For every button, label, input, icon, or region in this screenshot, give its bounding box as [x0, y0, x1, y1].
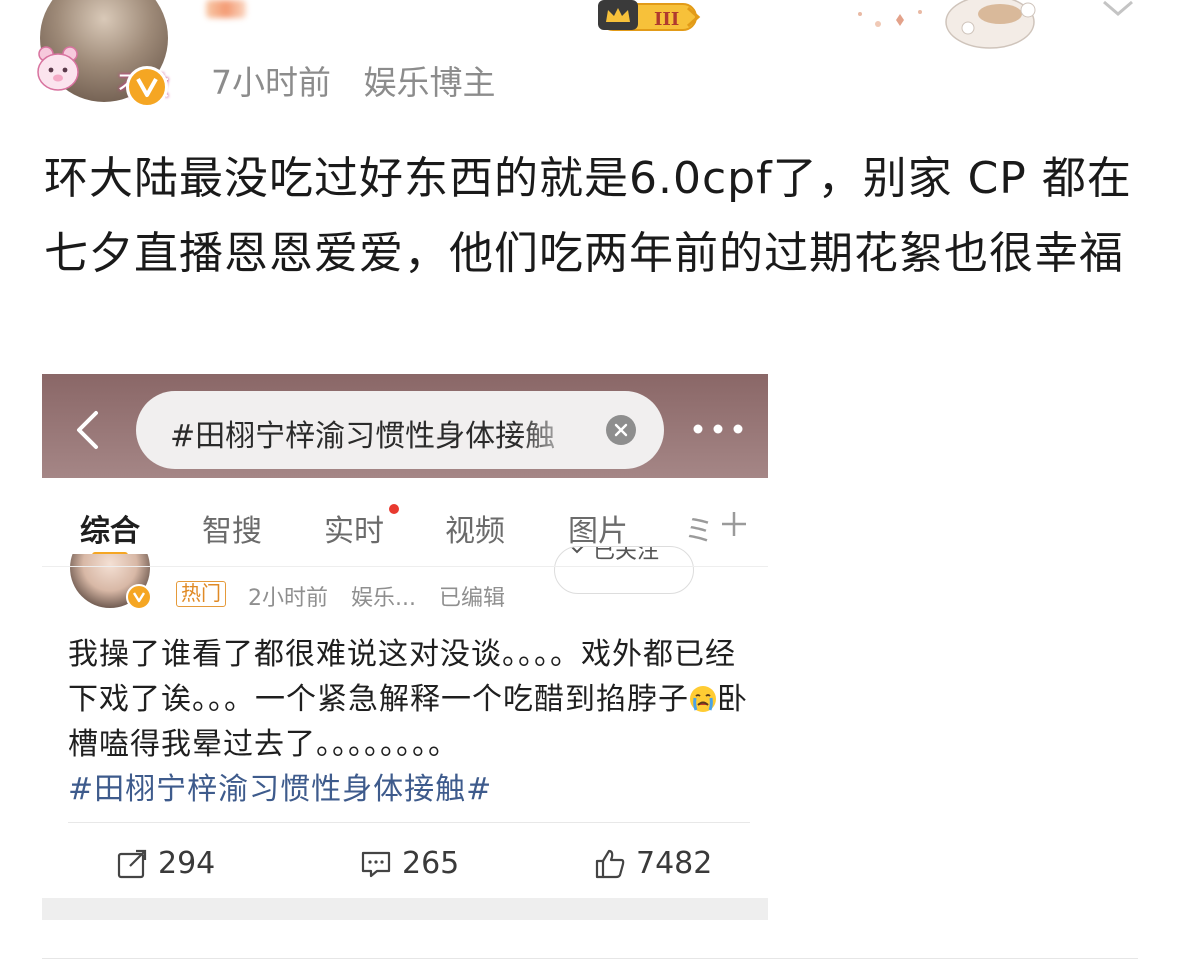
repost-count: 294: [158, 846, 216, 881]
tab-video[interactable]: 视频: [445, 506, 505, 550]
embedded-screenshot[interactable]: #田栩宁梓渝习惯性身体接触 综合 智搜 实时 视频 图片 ミ 已关注 热门 2小…: [42, 374, 768, 920]
verified-v-icon: [126, 66, 168, 108]
plus-icon[interactable]: [720, 510, 748, 538]
like-count: 7482: [636, 846, 713, 881]
like-icon: [595, 849, 625, 878]
crown-icon[interactable]: III: [596, 0, 704, 34]
inner-post-source: 娱乐...: [351, 586, 416, 611]
screenshot-bottom-strip: [42, 898, 768, 920]
repost-button[interactable]: 294: [116, 846, 215, 881]
notification-dot: [389, 504, 399, 514]
tab-images[interactable]: 图片: [568, 506, 628, 550]
search-header: #田栩宁梓渝习惯性身体接触: [42, 374, 768, 478]
post-text: 环大陆最没吃过好东西的就是6.0cpf了，别家 CP 都在七夕直播恩恩爱爱，他们…: [44, 153, 1132, 279]
tab-realtime[interactable]: 实时: [324, 506, 384, 550]
search-query: #田栩宁梓渝习惯性身体接触: [170, 419, 556, 454]
more-dots-icon[interactable]: [692, 424, 744, 434]
inner-post-text: 我操了谁看了都很难说这对没谈。。。。戏外都已经下戏了诶。。。一个紧急解释一个吃醋…: [68, 632, 758, 812]
follow-label: 已关注: [593, 546, 660, 564]
crying-face-icon: [690, 686, 716, 712]
post-time: 7小时前: [211, 63, 331, 102]
post-meta: 7小时前 娱乐博主: [211, 56, 496, 104]
inner-post-meta: 2小时前 娱乐... 已编辑: [248, 580, 521, 612]
comment-icon: [361, 851, 391, 877]
search-input[interactable]: #田栩宁梓渝习惯性身体接触: [136, 391, 664, 469]
hashtag-link[interactable]: #田栩宁梓渝习惯性身体接触#: [68, 772, 492, 807]
post-category: 娱乐博主: [363, 63, 496, 102]
page-divider: [42, 958, 1138, 959]
hot-tag: 热门: [176, 581, 226, 607]
comment-button[interactable]: 265: [360, 846, 459, 881]
clear-icon[interactable]: [606, 415, 636, 445]
tab-overflow[interactable]: ミ: [684, 506, 714, 550]
level-badge-text: III: [654, 9, 679, 30]
tab-smart-search[interactable]: 智搜: [202, 506, 262, 550]
inner-text-part1: 我操了谁看了都很难说这对没谈。。。。戏外都已经下戏了诶。。。一个紧急解释一个吃醋…: [68, 637, 736, 717]
follow-button[interactable]: 已关注: [554, 546, 694, 594]
inner-post-time: 2小时前: [248, 586, 328, 611]
back-arrow-icon[interactable]: [72, 410, 104, 450]
comment-count: 265: [402, 846, 460, 881]
actions-divider: [68, 822, 750, 823]
chevron-down-icon[interactable]: [1098, 0, 1138, 20]
repost-icon: [117, 849, 147, 878]
bear-icon: [37, 46, 79, 91]
username-blurred[interactable]: [206, 0, 246, 18]
tab-comprehensive[interactable]: 综合: [80, 506, 140, 550]
decoration-sticker: [858, 0, 1036, 49]
chevron-down-icon: [570, 547, 584, 554]
tabs-divider: [42, 566, 768, 567]
verified-v-icon: [126, 584, 152, 610]
inner-post-edited: 已编辑: [438, 586, 505, 611]
like-button[interactable]: 7482: [594, 846, 712, 881]
